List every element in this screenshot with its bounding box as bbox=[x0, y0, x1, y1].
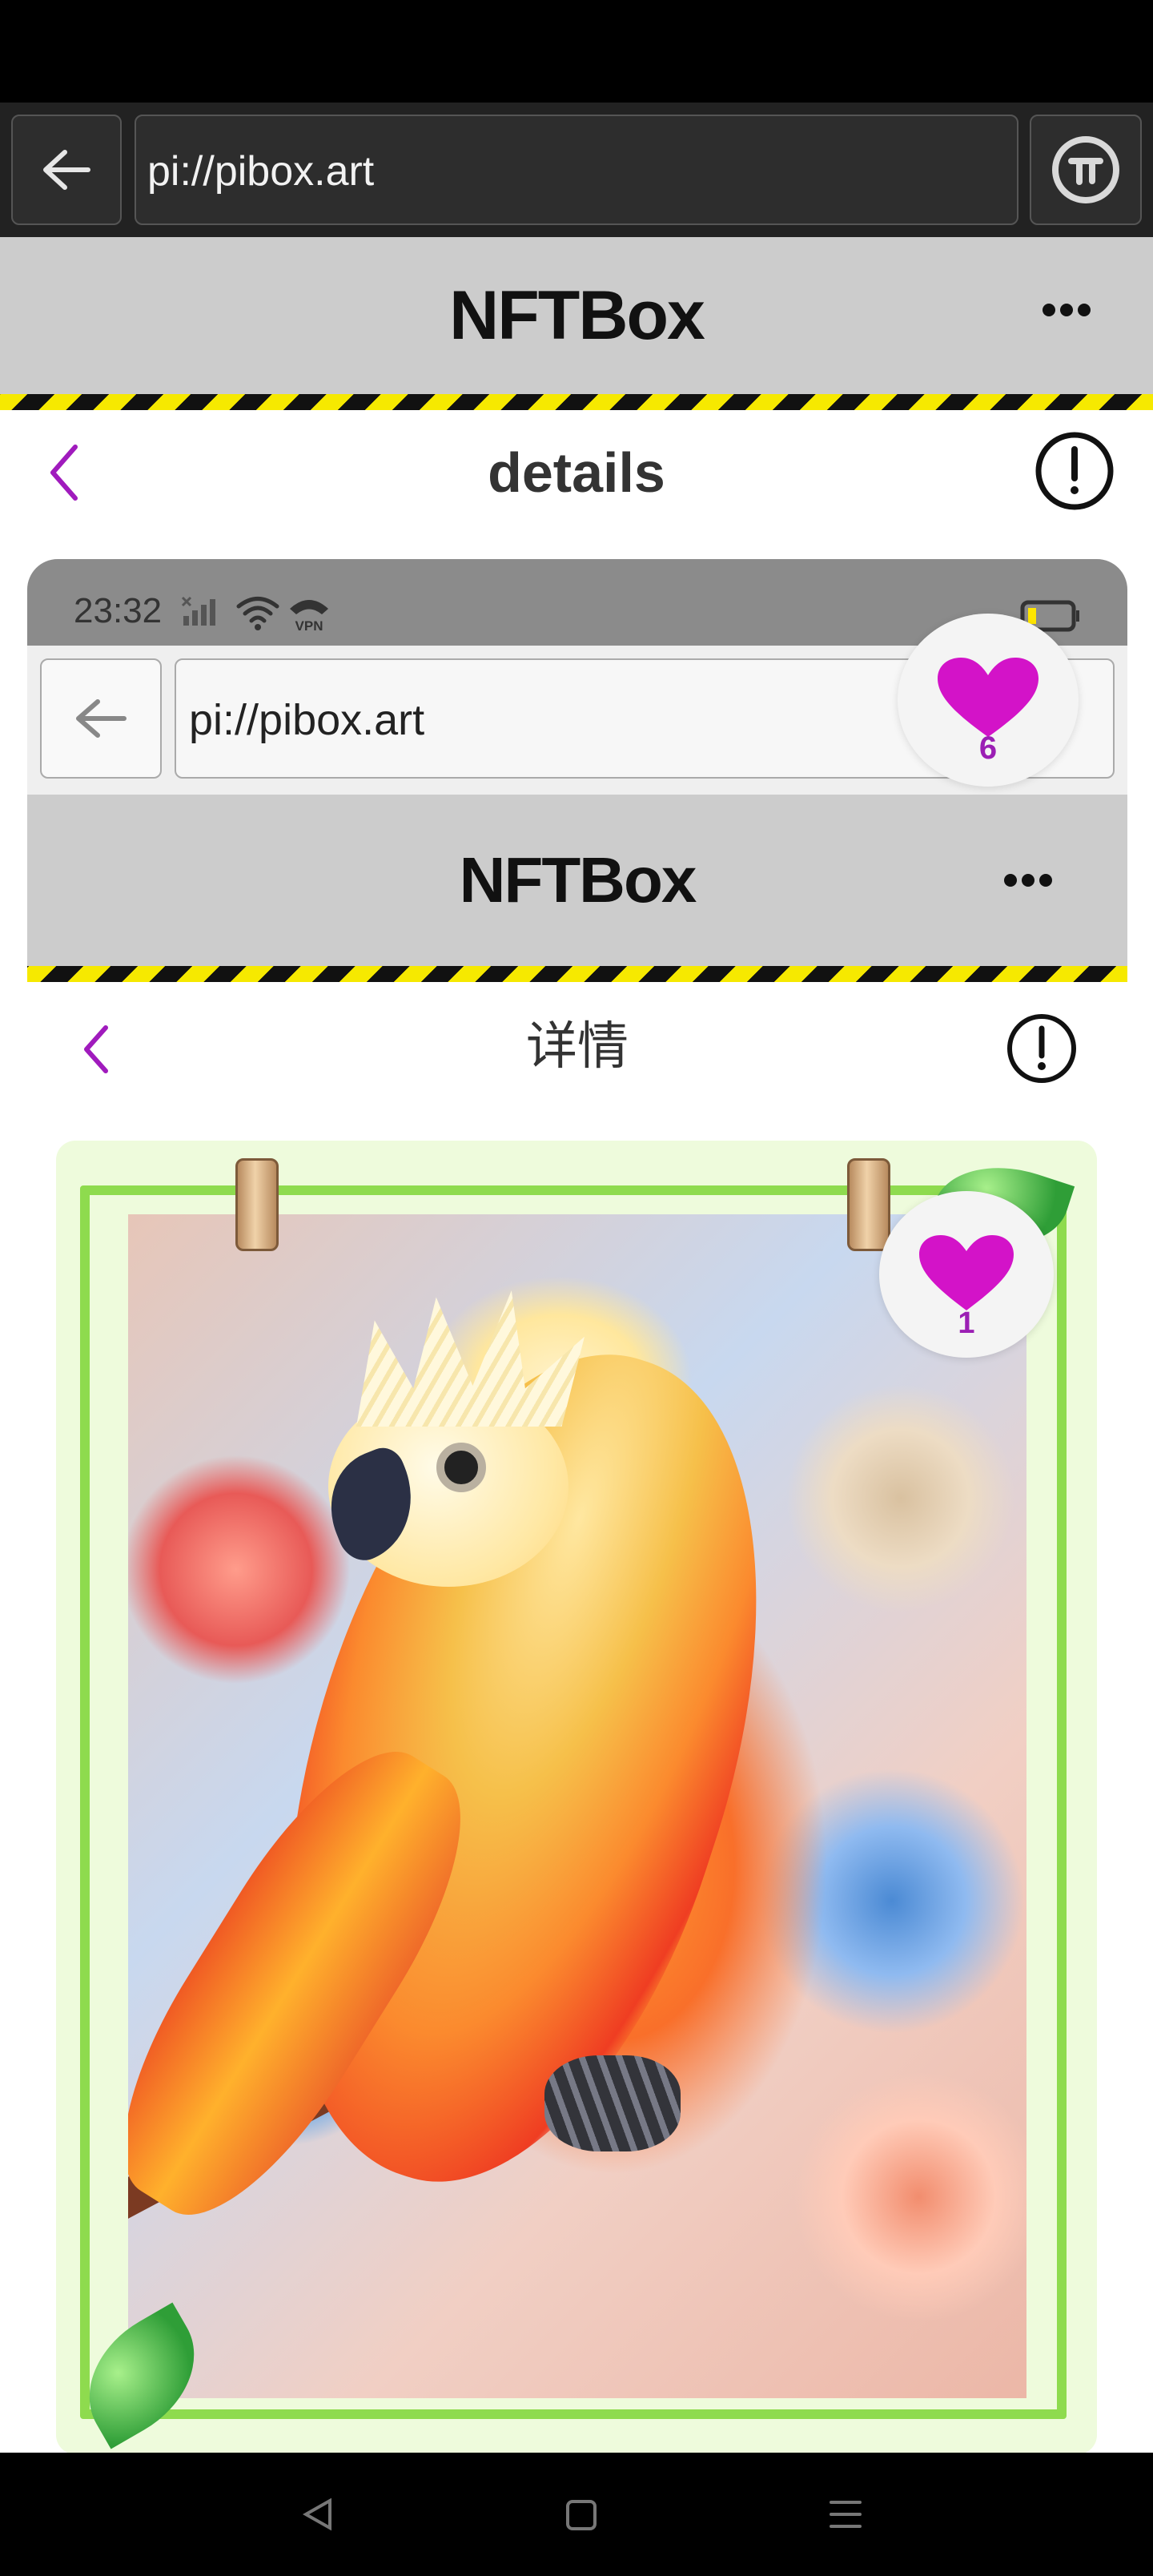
page-title: details bbox=[488, 441, 665, 504]
pi-logo-icon bbox=[1052, 136, 1119, 203]
inner-page-title: 详情 bbox=[526, 1017, 629, 1075]
info-icon bbox=[1007, 1014, 1076, 1083]
inner-hazard-stripe bbox=[27, 966, 1127, 982]
parrot-crest bbox=[356, 1290, 585, 1427]
vpn-icon: VPN bbox=[287, 594, 331, 634]
parrot-eye bbox=[436, 1443, 486, 1492]
url-field[interactable]: pi://pibox.art bbox=[135, 115, 1018, 225]
parrot-claw bbox=[544, 2055, 681, 2151]
inner-back-button[interactable] bbox=[40, 658, 162, 779]
inner-more-button[interactable] bbox=[1002, 871, 1054, 890]
left-clip bbox=[235, 1158, 279, 1251]
android-home-icon bbox=[566, 2500, 597, 2530]
android-menu-icon bbox=[830, 2501, 862, 2528]
right-clip bbox=[847, 1158, 890, 1251]
android-back-icon bbox=[302, 2498, 331, 2531]
back-arrow-icon bbox=[76, 699, 127, 738]
parrot-artwork[interactable] bbox=[128, 1214, 1026, 2398]
heart-icon bbox=[938, 658, 1039, 737]
more-dots-icon bbox=[1043, 304, 1091, 316]
more-button[interactable] bbox=[1041, 300, 1092, 320]
more-dots-icon bbox=[1004, 874, 1052, 887]
inner-app-title: NFTBox bbox=[459, 844, 697, 916]
inner-status-time: 23:32 bbox=[74, 591, 163, 630]
hazard-stripe bbox=[0, 394, 1153, 410]
android-home-button[interactable] bbox=[564, 2498, 599, 2533]
inner-report-button[interactable] bbox=[1004, 1011, 1079, 1086]
app-title: NFTBox bbox=[449, 277, 705, 354]
pi-browser-button[interactable] bbox=[1030, 115, 1142, 225]
signal-icon bbox=[181, 596, 219, 626]
android-back-button[interactable] bbox=[299, 2498, 336, 2531]
svg-text:VPN: VPN bbox=[295, 618, 323, 633]
back-arrow-icon bbox=[43, 150, 90, 190]
info-icon bbox=[1035, 432, 1114, 510]
like-badge-inner[interactable]: 1 bbox=[879, 1191, 1054, 1358]
android-menu-button[interactable] bbox=[826, 2496, 865, 2533]
like-count-outer: 6 bbox=[978, 731, 998, 766]
heart-icon bbox=[919, 1235, 1014, 1310]
browser-back-button[interactable] bbox=[11, 115, 122, 225]
wifi-icon bbox=[235, 594, 280, 631]
like-badge-outer[interactable]: 6 bbox=[898, 614, 1079, 787]
status-bar bbox=[0, 0, 1153, 103]
report-button[interactable] bbox=[1033, 429, 1116, 513]
like-count-inner: 1 bbox=[958, 1306, 975, 1340]
